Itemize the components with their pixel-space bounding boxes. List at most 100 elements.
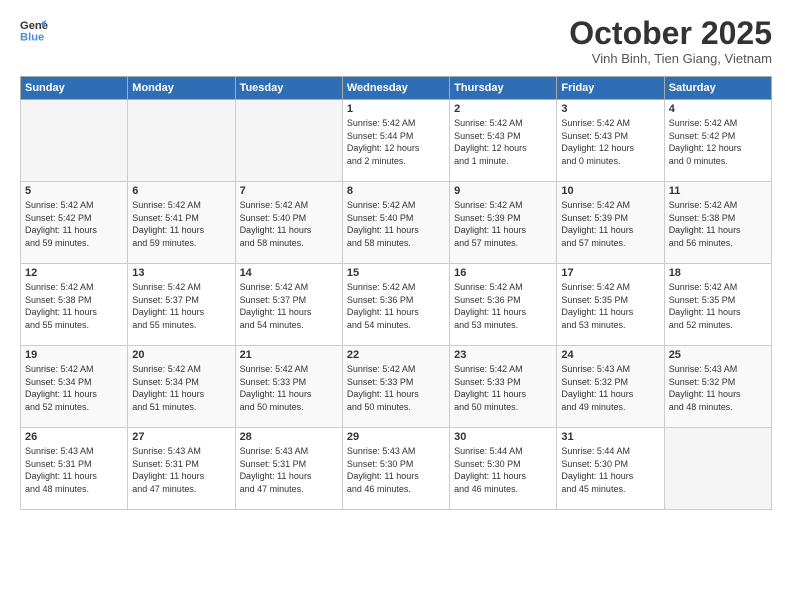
calendar-cell-w1-d7: 4Sunrise: 5:42 AM Sunset: 5:42 PM Daylig… — [664, 100, 771, 182]
day-info: Sunrise: 5:42 AM Sunset: 5:34 PM Dayligh… — [132, 363, 230, 413]
calendar-cell-w1-d2 — [128, 100, 235, 182]
logo-icon: General Blue — [20, 16, 48, 44]
calendar-cell-w1-d1 — [21, 100, 128, 182]
day-number: 6 — [132, 185, 230, 197]
day-info: Sunrise: 5:42 AM Sunset: 5:33 PM Dayligh… — [347, 363, 445, 413]
svg-text:Blue: Blue — [20, 31, 44, 43]
calendar-week-2: 5 Sunrise: 5:42 AM Sunset: 5:42 PM Daylig… — [21, 182, 772, 264]
calendar-cell-w3-d1: 12Sunrise: 5:42 AM Sunset: 5:38 PM Dayli… — [21, 264, 128, 346]
day-number: 11 — [669, 185, 767, 197]
calendar-cell-w2-d6: 10 Sunrise: 5:42 AM Sunset: 5:39 PM Dayli… — [557, 182, 664, 264]
calendar-week-4: 19 Sunrise: 5:42 AM Sunset: 5:34 PM Dayli… — [21, 346, 772, 428]
header-saturday: Saturday — [664, 77, 771, 100]
calendar-cell-w2-d2: 6 Sunrise: 5:42 AM Sunset: 5:41 PM Daylig… — [128, 182, 235, 264]
day-number: 12 — [25, 267, 123, 279]
calendar-cell-w2-d1: 5 Sunrise: 5:42 AM Sunset: 5:42 PM Daylig… — [21, 182, 128, 264]
calendar-cell-w2-d5: 9Sunrise: 5:42 AM Sunset: 5:39 PM Daylig… — [450, 182, 557, 264]
day-number: 10 — [561, 185, 659, 197]
day-info: Sunrise: 5:43 AM Sunset: 5:30 PM Dayligh… — [347, 445, 445, 495]
day-info: Sunrise: 5:44 AM Sunset: 5:30 PM Dayligh… — [454, 445, 552, 495]
calendar-cell-w3-d2: 13 Sunrise: 5:42 AM Sunset: 5:37 PM Dayli… — [128, 264, 235, 346]
calendar-cell-w5-d7 — [664, 428, 771, 510]
calendar-cell-w5-d5: 30 Sunrise: 5:44 AM Sunset: 5:30 PM Dayli… — [450, 428, 557, 510]
day-info: Sunrise: 5:43 AM Sunset: 5:32 PM Dayligh… — [561, 363, 659, 413]
header-friday: Friday — [557, 77, 664, 100]
day-number: 8 — [347, 185, 445, 197]
title-block: October 2025 Vinh Binh, Tien Giang, Viet… — [569, 16, 772, 66]
day-number: 27 — [132, 431, 230, 443]
day-number: 17 — [561, 267, 659, 279]
day-number: 23 — [454, 349, 552, 361]
month-title: October 2025 — [569, 16, 772, 51]
day-info: Sunrise: 5:42 AM Sunset: 5:36 PM Dayligh… — [454, 281, 552, 331]
day-info: Sunrise: 5:43 AM Sunset: 5:31 PM Dayligh… — [25, 445, 123, 495]
calendar-cell-w3-d3: 14Sunrise: 5:42 AM Sunset: 5:37 PM Dayli… — [235, 264, 342, 346]
calendar-cell-w1-d4: 1 Sunrise: 5:42 AM Sunset: 5:44 PM Daylig… — [342, 100, 449, 182]
day-number: 26 — [25, 431, 123, 443]
day-info: Sunrise: 5:42 AM Sunset: 5:39 PM Dayligh… — [561, 199, 659, 249]
day-number: 30 — [454, 431, 552, 443]
calendar-table: Sunday Monday Tuesday Wednesday Thursday… — [20, 76, 772, 510]
calendar-cell-w3-d5: 16 Sunrise: 5:42 AM Sunset: 5:36 PM Dayli… — [450, 264, 557, 346]
day-info: Sunrise: 5:42 AM Sunset: 5:37 PM Dayligh… — [240, 281, 338, 331]
header-wednesday: Wednesday — [342, 77, 449, 100]
day-number: 25 — [669, 349, 767, 361]
header-tuesday: Tuesday — [235, 77, 342, 100]
calendar-cell-w4-d6: 24 Sunrise: 5:43 AM Sunset: 5:32 PM Dayli… — [557, 346, 664, 428]
calendar-cell-w3-d4: 15Sunrise: 5:42 AM Sunset: 5:36 PM Dayli… — [342, 264, 449, 346]
day-number: 28 — [240, 431, 338, 443]
day-number: 1 — [347, 103, 445, 115]
day-info: Sunrise: 5:42 AM Sunset: 5:43 PM Dayligh… — [561, 117, 659, 167]
day-info: Sunrise: 5:42 AM Sunset: 5:40 PM Dayligh… — [240, 199, 338, 249]
day-number: 5 — [25, 185, 123, 197]
calendar-cell-w2-d7: 11 Sunrise: 5:42 AM Sunset: 5:38 PM Dayli… — [664, 182, 771, 264]
calendar-cell-w4-d4: 22 Sunrise: 5:42 AM Sunset: 5:33 PM Dayli… — [342, 346, 449, 428]
day-info: Sunrise: 5:42 AM Sunset: 5:42 PM Dayligh… — [25, 199, 123, 249]
header-monday: Monday — [128, 77, 235, 100]
calendar-cell-w1-d5: 2Sunrise: 5:42 AM Sunset: 5:43 PM Daylig… — [450, 100, 557, 182]
day-info: Sunrise: 5:42 AM Sunset: 5:40 PM Dayligh… — [347, 199, 445, 249]
day-number: 15 — [347, 267, 445, 279]
day-info: Sunrise: 5:44 AM Sunset: 5:30 PM Dayligh… — [561, 445, 659, 495]
calendar-week-1: 1 Sunrise: 5:42 AM Sunset: 5:44 PM Daylig… — [21, 100, 772, 182]
day-number: 18 — [669, 267, 767, 279]
calendar-cell-w5-d4: 29Sunrise: 5:43 AM Sunset: 5:30 PM Dayli… — [342, 428, 449, 510]
day-info: Sunrise: 5:42 AM Sunset: 5:44 PM Dayligh… — [347, 117, 445, 167]
day-info: Sunrise: 5:42 AM Sunset: 5:35 PM Dayligh… — [561, 281, 659, 331]
day-info: Sunrise: 5:42 AM Sunset: 5:37 PM Dayligh… — [132, 281, 230, 331]
calendar-cell-w5-d1: 26 Sunrise: 5:43 AM Sunset: 5:31 PM Dayli… — [21, 428, 128, 510]
day-number: 4 — [669, 103, 767, 115]
day-info: Sunrise: 5:43 AM Sunset: 5:32 PM Dayligh… — [669, 363, 767, 413]
logo: General Blue — [20, 16, 48, 44]
day-number: 7 — [240, 185, 338, 197]
day-number: 13 — [132, 267, 230, 279]
day-info: Sunrise: 5:42 AM Sunset: 5:35 PM Dayligh… — [669, 281, 767, 331]
calendar-cell-w4-d2: 20 Sunrise: 5:42 AM Sunset: 5:34 PM Dayli… — [128, 346, 235, 428]
day-info: Sunrise: 5:42 AM Sunset: 5:33 PM Dayligh… — [454, 363, 552, 413]
day-number: 22 — [347, 349, 445, 361]
page: General Blue October 2025 Vinh Binh, Tie… — [0, 0, 792, 612]
calendar-cell-w4-d5: 23 Sunrise: 5:42 AM Sunset: 5:33 PM Dayli… — [450, 346, 557, 428]
day-info: Sunrise: 5:43 AM Sunset: 5:31 PM Dayligh… — [240, 445, 338, 495]
day-number: 24 — [561, 349, 659, 361]
day-info: Sunrise: 5:42 AM Sunset: 5:33 PM Dayligh… — [240, 363, 338, 413]
calendar-cell-w4-d1: 19Sunrise: 5:42 AM Sunset: 5:34 PM Dayli… — [21, 346, 128, 428]
day-number: 20 — [132, 349, 230, 361]
day-number: 31 — [561, 431, 659, 443]
calendar-cell-w5-d6: 31 Sunrise: 5:44 AM Sunset: 5:30 PM Dayli… — [557, 428, 664, 510]
header-thursday: Thursday — [450, 77, 557, 100]
calendar-cell-w4-d3: 21 Sunrise: 5:42 AM Sunset: 5:33 PM Dayli… — [235, 346, 342, 428]
location-subtitle: Vinh Binh, Tien Giang, Vietnam — [569, 51, 772, 66]
day-info: Sunrise: 5:43 AM Sunset: 5:31 PM Dayligh… — [132, 445, 230, 495]
calendar-week-5: 26 Sunrise: 5:43 AM Sunset: 5:31 PM Dayli… — [21, 428, 772, 510]
day-info: Sunrise: 5:42 AM Sunset: 5:41 PM Dayligh… — [132, 199, 230, 249]
day-info: Sunrise: 5:42 AM Sunset: 5:39 PM Dayligh… — [454, 199, 552, 249]
day-number: 19 — [25, 349, 123, 361]
calendar-cell-w2-d4: 8 Sunrise: 5:42 AM Sunset: 5:40 PM Daylig… — [342, 182, 449, 264]
day-number: 16 — [454, 267, 552, 279]
calendar-week-3: 12Sunrise: 5:42 AM Sunset: 5:38 PM Dayli… — [21, 264, 772, 346]
day-info: Sunrise: 5:42 AM Sunset: 5:38 PM Dayligh… — [669, 199, 767, 249]
header-sunday: Sunday — [21, 77, 128, 100]
calendar-cell-w2-d3: 7 Sunrise: 5:42 AM Sunset: 5:40 PM Daylig… — [235, 182, 342, 264]
day-number: 21 — [240, 349, 338, 361]
